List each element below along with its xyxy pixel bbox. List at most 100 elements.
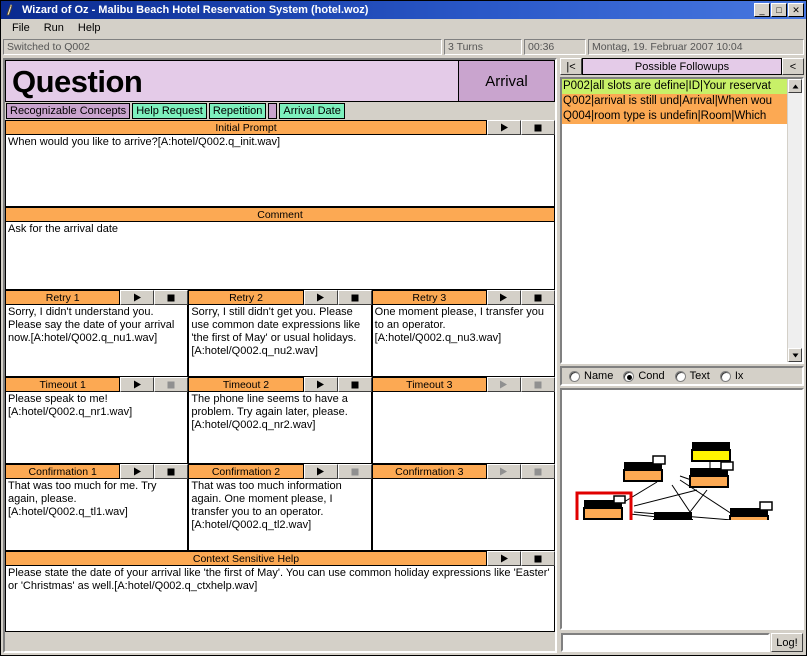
radio-dot [623, 370, 635, 382]
menu-file[interactable]: File [5, 20, 37, 36]
section-confirmation-1: Confirmation 1 That was too much for me.… [5, 464, 189, 551]
confirmation-2-text[interactable]: That was too much information again. One… [188, 479, 372, 551]
retry-3-label: Retry 3 [371, 290, 487, 305]
application-window: Wizard of Oz - Malibu Beach Hotel Reserv… [0, 0, 807, 656]
retry-1-text[interactable]: Sorry, I didn't understand you. Please s… [5, 305, 189, 377]
retry-1-stop-button[interactable] [154, 290, 189, 305]
scroll-down-button[interactable] [788, 348, 802, 362]
confirmation-1-play-button[interactable] [120, 464, 155, 479]
graph-nodes [575, 442, 773, 520]
followups-scrollbar[interactable] [787, 79, 802, 362]
status-message: Switched to Q002 [3, 39, 442, 55]
tag-help-request[interactable]: Help Request [132, 103, 207, 119]
question-header: Question Arrival [5, 60, 555, 102]
play-icon [317, 380, 325, 389]
minimize-icon: _ [759, 5, 765, 15]
timeout-2-play-button[interactable] [303, 377, 338, 392]
followups-pane: |< Possible Followups < P002|all slots a… [560, 58, 804, 653]
retry-3-play-button[interactable] [486, 290, 521, 305]
retry-3-stop-button[interactable] [520, 290, 555, 305]
comment-label: Comment [5, 207, 555, 222]
followups-list[interactable]: P002|all slots are define|ID|Your reserv… [562, 79, 787, 362]
status-datetime: Montag, 19. Februar 2007 10:04 [588, 39, 804, 55]
confirmation-1-label: Confirmation 1 [5, 464, 121, 479]
question-slot-box: Arrival [459, 60, 555, 102]
scroll-up-button[interactable] [788, 79, 802, 93]
initial-prompt-play-button[interactable] [487, 120, 521, 135]
play-icon [133, 380, 141, 389]
radio-dot [719, 370, 731, 382]
retry-2-stop-button[interactable] [337, 290, 372, 305]
retry-1-label: Retry 1 [5, 290, 121, 305]
timeout-3-text[interactable] [371, 392, 555, 464]
play-icon [500, 554, 508, 563]
prompt-sections: Initial Prompt When would you like to ar… [5, 120, 555, 651]
radio-cond-label: Cond [638, 370, 665, 382]
section-retry-1: Retry 1 Sorry, I didn't understand you. … [5, 290, 189, 377]
menu-help[interactable]: Help [71, 20, 108, 36]
radio-cond[interactable]: Cond [623, 370, 665, 382]
radio-ix[interactable]: Ix [719, 370, 743, 382]
minimize-button[interactable]: _ [754, 3, 770, 17]
tag-arrival-date[interactable]: Arrival Date [279, 103, 345, 119]
timeout-1-text[interactable]: Please speak to me![A:hotel/Q002.q_nr1.w… [5, 392, 189, 464]
tag-repetition[interactable]: Repetition [208, 103, 267, 119]
play-icon [500, 293, 508, 302]
followups-list-container: P002|all slots are define|ID|Your reserv… [560, 77, 804, 364]
section-timeout-1: Timeout 1 Please speak to me![A:hotel/Q0… [5, 377, 189, 464]
retry-2-label: Retry 2 [188, 290, 304, 305]
context-help-label: Context Sensitive Help [5, 551, 487, 566]
retry-2-play-button[interactable] [303, 290, 338, 305]
list-item[interactable]: P002|all slots are define|ID|Your reserv… [562, 79, 787, 94]
initial-prompt-stop-button[interactable] [521, 120, 555, 135]
followups-header: |< Possible Followups < [560, 58, 804, 75]
stop-icon [534, 294, 542, 301]
section-timeout-3: Timeout 3 [371, 377, 555, 464]
context-help-stop-button[interactable] [521, 551, 555, 566]
dialog-graph-view[interactable] [560, 388, 804, 630]
back-button[interactable]: < [782, 58, 804, 75]
log-button[interactable]: Log! [771, 633, 803, 652]
initial-prompt-text[interactable]: When would you like to arrive?[A:hotel/Q… [5, 135, 555, 207]
context-help-play-button[interactable] [487, 551, 521, 566]
radio-name[interactable]: Name [569, 370, 613, 382]
section-timeout-2: Timeout 2 The phone line seems to have a… [188, 377, 372, 464]
close-button[interactable]: ✕ [788, 3, 804, 17]
scroll-track[interactable] [788, 93, 802, 348]
comment-text[interactable]: Ask for the arrival date [5, 222, 555, 290]
stop-icon [534, 381, 542, 388]
retry-3-text[interactable]: One moment please, I transfer you to an … [371, 305, 555, 377]
list-item[interactable]: Q002|arrival is still und|Arrival|When w… [562, 94, 787, 109]
dialog-graph-svg [575, 442, 773, 520]
radio-text[interactable]: Text [674, 370, 710, 382]
stop-icon [534, 555, 542, 562]
context-help-text[interactable]: Please state the date of your arrival li… [5, 566, 555, 632]
radio-name-label: Name [584, 370, 614, 382]
confirmation-1-text[interactable]: That was too much for me. Try again, ple… [5, 479, 189, 551]
chevron-up-icon [792, 84, 798, 88]
confirmation-3-stop-button [520, 464, 555, 479]
radio-dot [674, 370, 686, 382]
retry-1-play-button[interactable] [120, 290, 155, 305]
timeout-1-play-button[interactable] [120, 377, 155, 392]
tag-recognizable-concepts[interactable]: Recognizable Concepts [6, 103, 131, 119]
section-confirmation-2: Confirmation 2 That was too much informa… [188, 464, 372, 551]
radio-text-label: Text [689, 370, 710, 382]
play-icon [500, 380, 508, 389]
question-editor-pane: Question Arrival Recognizable Concepts H… [3, 58, 557, 653]
log-input[interactable] [561, 633, 770, 652]
confirmation-1-stop-button[interactable] [154, 464, 189, 479]
list-item[interactable]: Q004|room type is undefin|Room|Which [562, 109, 787, 124]
question-type-box: Question [5, 60, 459, 102]
retry-2-text[interactable]: Sorry, I still didn't get you. Please us… [188, 305, 372, 377]
confirmation-3-text[interactable] [371, 479, 555, 551]
maximize-button[interactable]: □ [771, 3, 787, 17]
section-comment: Comment Ask for the arrival date [5, 207, 555, 290]
main-area: Question Arrival Recognizable Concepts H… [1, 56, 806, 655]
confirmation-2-play-button[interactable] [303, 464, 338, 479]
timeout-2-text[interactable]: The phone line seems to have a problem. … [188, 392, 372, 464]
menu-run[interactable]: Run [37, 20, 71, 36]
timeout-2-stop-button[interactable] [337, 377, 372, 392]
play-icon [133, 467, 141, 476]
first-button[interactable]: |< [560, 58, 582, 75]
